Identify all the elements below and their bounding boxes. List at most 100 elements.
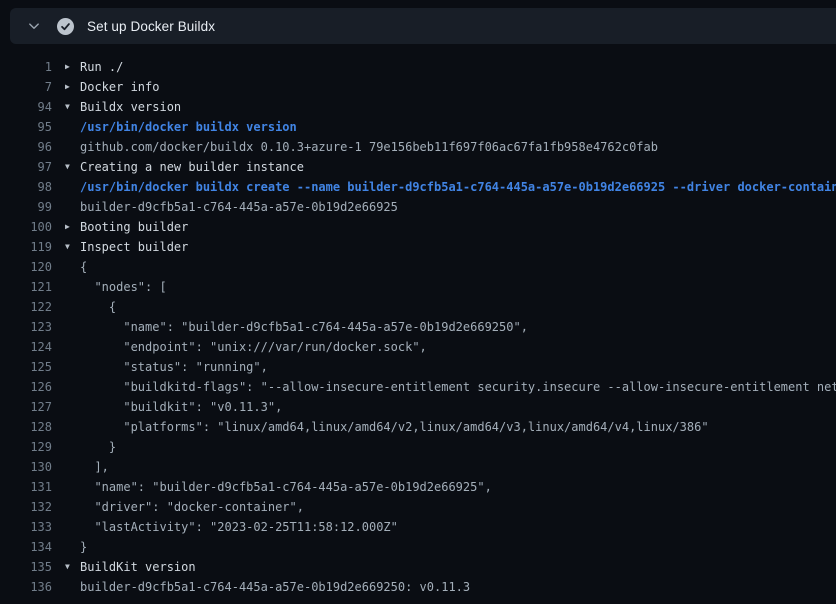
- line-number: 127: [0, 397, 52, 417]
- line-number: 97: [0, 157, 52, 177]
- arrow-spacer: [65, 117, 80, 137]
- line-number: 133: [0, 517, 52, 537]
- log-text-output: "nodes": [: [80, 277, 167, 297]
- line-number: 130: [0, 457, 52, 477]
- log-text-command: /usr/bin/docker buildx version: [80, 117, 297, 137]
- triangle-expanded-icon[interactable]: ▼: [65, 157, 80, 177]
- arrow-spacer: [65, 337, 80, 357]
- log-group-line[interactable]: 94 ▼Buildx version: [0, 97, 836, 117]
- arrow-spacer: [65, 277, 80, 297]
- log-text-output: }: [80, 437, 116, 457]
- chevron-down-icon[interactable]: [26, 18, 42, 34]
- arrow-spacer: [65, 537, 80, 557]
- triangle-collapsed-icon[interactable]: ▶: [65, 217, 80, 237]
- log-text-group: BuildKit version: [80, 557, 196, 577]
- log-line: 134}: [0, 537, 836, 557]
- line-number: 121: [0, 277, 52, 297]
- line-number: 1: [0, 57, 52, 77]
- arrow-spacer: [65, 577, 80, 597]
- log-line: 133 "lastActivity": "2023-02-25T11:58:12…: [0, 517, 836, 537]
- line-number: 7: [0, 77, 52, 97]
- line-number: 129: [0, 437, 52, 457]
- log-line: 136builder-d9cfb5a1-c764-445a-a57e-0b19d…: [0, 577, 836, 597]
- log-line: 128 "platforms": "linux/amd64,linux/amd6…: [0, 417, 836, 437]
- arrow-spacer: [65, 177, 80, 197]
- log-line: 96 github.com/docker/buildx 0.10.3+azure-…: [0, 137, 836, 157]
- arrow-spacer: [65, 397, 80, 417]
- log-text-output: "status": "running",: [80, 357, 268, 377]
- log-text-group: Creating a new builder instance: [80, 157, 304, 177]
- arrow-spacer: [65, 457, 80, 477]
- arrow-spacer: [65, 317, 80, 337]
- log-text-output: {: [80, 297, 116, 317]
- log-text-output: "buildkit": "v0.11.3",: [80, 397, 282, 417]
- line-number: 98: [0, 177, 52, 197]
- log-text-group: Docker info: [80, 77, 159, 97]
- log-line: 120{: [0, 257, 836, 277]
- log-text-output: "platforms": "linux/amd64,linux/amd64/v2…: [80, 417, 709, 437]
- log-line: 98/usr/bin/docker buildx create --name b…: [0, 177, 836, 197]
- step-title: Set up Docker Buildx: [87, 19, 215, 34]
- arrow-spacer: [65, 377, 80, 397]
- log-text-output: "driver": "docker-container",: [80, 497, 304, 517]
- line-number: 135: [0, 557, 52, 577]
- line-number: 123: [0, 317, 52, 337]
- line-number: 96: [0, 137, 52, 157]
- line-number: 95: [0, 117, 52, 137]
- check-circle-icon: [57, 18, 74, 35]
- line-number: 128: [0, 417, 52, 437]
- log-text-command: /usr/bin/docker buildx create --name bui…: [80, 177, 836, 197]
- line-number: 134: [0, 537, 52, 557]
- arrow-spacer: [65, 477, 80, 497]
- triangle-expanded-icon[interactable]: ▼: [65, 97, 80, 117]
- line-number: 122: [0, 297, 52, 317]
- log-group-line[interactable]: 1 ▶Run ./: [0, 57, 836, 77]
- log-text-output: }: [80, 537, 87, 557]
- log-line: 123 "name": "builder-d9cfb5a1-c764-445a-…: [0, 317, 836, 337]
- log-text-group: Booting builder: [80, 217, 188, 237]
- arrow-spacer: [65, 197, 80, 217]
- step-header[interactable]: Set up Docker Buildx: [10, 8, 836, 44]
- arrow-spacer: [65, 137, 80, 157]
- arrow-spacer: [65, 257, 80, 277]
- line-number: 94: [0, 97, 52, 117]
- log-text-output: "name": "builder-d9cfb5a1-c764-445a-a57e…: [80, 477, 492, 497]
- log-text-output: "buildkitd-flags": "--allow-insecure-ent…: [80, 377, 836, 397]
- log-text-output: ],: [80, 457, 109, 477]
- log-group-line[interactable]: 97 ▼Creating a new builder instance: [0, 157, 836, 177]
- line-number: 132: [0, 497, 52, 517]
- log-output: 1▶Run ./7▶Docker info94▼Buildx version95…: [0, 44, 836, 597]
- log-line: 126 "buildkitd-flags": "--allow-insecure…: [0, 377, 836, 397]
- log-text-output: "lastActivity": "2023-02-25T11:58:12.000…: [80, 517, 398, 537]
- log-text-group: Run ./: [80, 57, 123, 77]
- line-number: 99: [0, 197, 52, 217]
- log-group-line[interactable]: 135 ▼BuildKit version: [0, 557, 836, 577]
- triangle-expanded-icon[interactable]: ▼: [65, 237, 80, 257]
- log-line: 127 "buildkit": "v0.11.3",: [0, 397, 836, 417]
- arrow-spacer: [65, 357, 80, 377]
- arrow-spacer: [65, 517, 80, 537]
- log-text-output: builder-d9cfb5a1-c764-445a-a57e-0b19d2e6…: [80, 197, 398, 217]
- triangle-collapsed-icon[interactable]: ▶: [65, 77, 80, 97]
- log-line: 130 ],: [0, 457, 836, 477]
- line-number: 120: [0, 257, 52, 277]
- line-number: 124: [0, 337, 52, 357]
- log-group-line[interactable]: 100 ▶Booting builder: [0, 217, 836, 237]
- log-text-output: "endpoint": "unix:///var/run/docker.sock…: [80, 337, 427, 357]
- log-group-line[interactable]: 7 ▶Docker info: [0, 77, 836, 97]
- log-line: 132 "driver": "docker-container",: [0, 497, 836, 517]
- log-text-group: Buildx version: [80, 97, 181, 117]
- triangle-expanded-icon[interactable]: ▼: [65, 557, 80, 577]
- arrow-spacer: [65, 437, 80, 457]
- arrow-spacer: [65, 297, 80, 317]
- log-line: 129 }: [0, 437, 836, 457]
- log-line: 95/usr/bin/docker buildx version: [0, 117, 836, 137]
- log-text-output: github.com/docker/buildx 0.10.3+azure-1 …: [80, 137, 658, 157]
- triangle-collapsed-icon[interactable]: ▶: [65, 57, 80, 77]
- log-line: 99 builder-d9cfb5a1-c764-445a-a57e-0b19d2…: [0, 197, 836, 217]
- log-group-line[interactable]: 119▼Inspect builder: [0, 237, 836, 257]
- line-number: 125: [0, 357, 52, 377]
- log-line: 124 "endpoint": "unix:///var/run/docker.…: [0, 337, 836, 357]
- log-text-group: Inspect builder: [80, 237, 188, 257]
- line-number: 100: [0, 217, 52, 237]
